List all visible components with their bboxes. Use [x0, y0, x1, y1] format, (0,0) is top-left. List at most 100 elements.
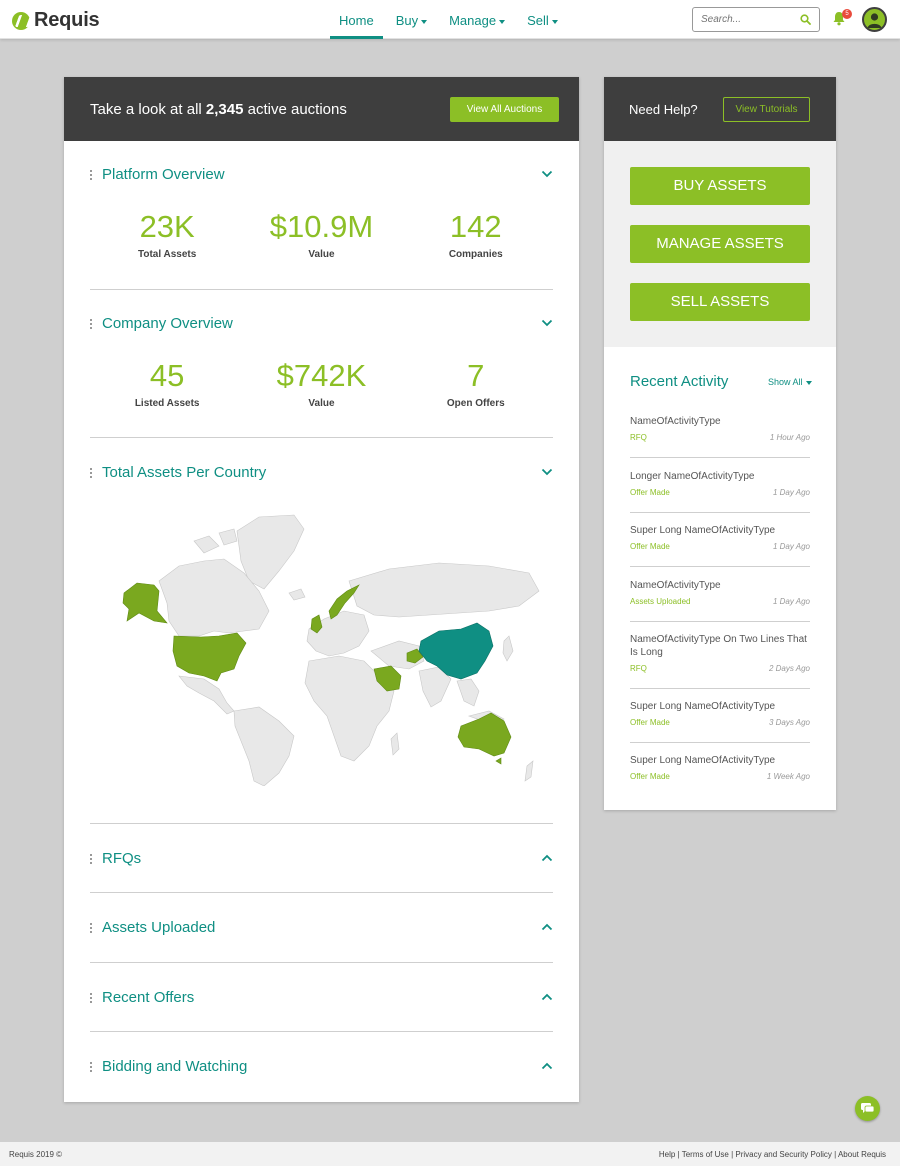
brand-name: Requis [34, 9, 100, 31]
drag-handle-icon[interactable] [90, 1062, 93, 1074]
logo[interactable]: Requis [12, 9, 100, 32]
chat-icon [861, 1103, 875, 1113]
search-input[interactable] [693, 8, 793, 30]
nav-label: Buy [395, 13, 419, 28]
recent-offers-header[interactable]: Recent Offers [90, 989, 553, 1009]
activity-item[interactable]: NameOfActivityType Assets Uploaded 1 Day … [630, 579, 810, 622]
activity-time: 1 Day Ago [772, 488, 810, 497]
stat-label: Open Offers [446, 398, 505, 409]
activity-name: NameOfActivityType On Two Lines That Is … [630, 634, 807, 658]
caret-down-icon [805, 380, 812, 385]
rfqs-header[interactable]: RFQs [90, 850, 553, 870]
drag-handle-icon[interactable] [90, 319, 93, 331]
chevron-down-icon[interactable] [541, 170, 553, 178]
footer-link-about[interactable]: About Requis [838, 1150, 886, 1159]
caret-down-icon [421, 19, 428, 24]
activity-type: Offer Made [630, 772, 670, 781]
asset-actions: BUY ASSETS MANAGE ASSETS SELL ASSETS [604, 141, 836, 347]
activity-time: 3 Days Ago [768, 718, 810, 727]
search-icon[interactable] [800, 14, 811, 25]
chevron-up-icon[interactable] [541, 923, 553, 931]
stat-value: 23K [139, 209, 195, 244]
activity-name: NameOfActivityType [630, 580, 721, 591]
top-navigation-bar: Requis Home Buy Manage Sell 5 [0, 0, 900, 39]
company-overview-title: Company Overview [102, 315, 233, 332]
chevron-up-icon[interactable] [541, 1062, 553, 1070]
chevron-down-icon[interactable] [541, 468, 553, 476]
show-all-button[interactable]: Show All [768, 377, 812, 387]
drag-handle-icon[interactable] [90, 468, 93, 480]
buy-assets-button[interactable]: BUY ASSETS [630, 167, 810, 205]
nav-label: Sell [527, 13, 549, 28]
footer-link-terms[interactable]: Terms of Use [682, 1150, 729, 1159]
activity-name: NameOfActivityType [630, 416, 721, 427]
view-all-auctions-button[interactable]: View All Auctions [450, 97, 559, 122]
activity-item[interactable]: NameOfActivityType On Two Lines That Is … [630, 633, 810, 689]
avatar[interactable] [862, 7, 887, 32]
view-tutorials-button[interactable]: View Tutorials [723, 97, 810, 122]
activity-time: 1 Day Ago [772, 597, 810, 606]
assets-per-country-header[interactable]: Total Assets Per Country [90, 464, 553, 484]
activity-item[interactable]: NameOfActivityType RFQ 1 Hour Ago [630, 415, 810, 458]
divider [90, 289, 553, 290]
stat-listed-assets: 45 Listed Assets [90, 359, 244, 410]
activity-item[interactable]: Longer NameOfActivityType Offer Made 1 Da… [630, 470, 810, 513]
bidding-watching-title: Bidding and Watching [102, 1058, 248, 1075]
stat-open-offers: 7 Open Offers [399, 358, 553, 410]
activity-type: Offer Made [630, 488, 670, 497]
activity-type: Assets Uploaded [630, 597, 691, 606]
caret-down-icon [551, 19, 558, 24]
footer-link-privacy[interactable]: Privacy and Security Policy [735, 1150, 831, 1159]
nav-item-home[interactable]: Home [330, 0, 383, 39]
stat-label: Value [308, 249, 335, 260]
sell-assets-button[interactable]: SELL ASSETS [630, 283, 810, 321]
nav-item-manage[interactable]: Manage [440, 0, 514, 39]
company-overview-header[interactable]: Company Overview [90, 315, 553, 335]
stat-value: $742K [276, 358, 367, 393]
chevron-up-icon[interactable] [541, 993, 553, 1001]
assets-uploaded-header[interactable]: Assets Uploaded [90, 919, 553, 939]
chevron-down-icon[interactable] [541, 319, 553, 327]
platform-stats: 23K Total Assets $10.9M Value 142 Companies [90, 209, 553, 261]
assets-uploaded-title: Assets Uploaded [102, 919, 216, 936]
activity-item[interactable]: Super Long NameOfActivityType Offer Made… [630, 524, 810, 567]
activity-time: 1 Hour Ago [769, 433, 810, 442]
chat-button[interactable] [855, 1096, 880, 1121]
recent-activity-title: Recent Activity [630, 373, 729, 390]
stat-companies: 142 Companies [399, 209, 553, 261]
activity-item[interactable]: Super Long NameOfActivityType Offer Made… [630, 700, 810, 743]
footer-link-help[interactable]: Help [659, 1150, 675, 1159]
search-box [692, 7, 820, 32]
footer-links: Help | Terms of Use | Privacy and Securi… [658, 1150, 886, 1159]
stat-value: 7 [467, 358, 485, 393]
nav-item-buy[interactable]: Buy [387, 0, 436, 39]
divider [90, 437, 553, 438]
drag-handle-icon[interactable] [90, 854, 93, 866]
bidding-watching-header[interactable]: Bidding and Watching [90, 1058, 553, 1078]
drag-handle-icon[interactable] [90, 170, 93, 182]
drag-handle-icon[interactable] [90, 923, 93, 935]
stat-label: Companies [448, 249, 503, 260]
world-map[interactable] [109, 511, 543, 786]
user-icon [867, 13, 882, 28]
divider [90, 962, 553, 963]
rfqs-section: RFQs [90, 850, 553, 870]
recent-offers-title: Recent Offers [102, 989, 195, 1006]
manage-assets-button[interactable]: MANAGE ASSETS [630, 225, 810, 263]
stat-label: Total Assets [137, 249, 197, 260]
nav-item-sell[interactable]: Sell [518, 0, 567, 39]
nav-label: Manage [449, 13, 497, 28]
activity-time: 2 Days Ago [768, 664, 810, 673]
stat-value: 142 [449, 209, 502, 244]
platform-overview-header[interactable]: Platform Overview [90, 166, 553, 186]
divider [90, 1031, 553, 1032]
drag-handle-icon[interactable] [90, 993, 93, 1005]
activity-name: Longer NameOfActivityType [630, 471, 755, 482]
active-auction-count: 2,345 [205, 101, 244, 118]
recent-offers-section: Recent Offers [90, 989, 553, 1009]
activity-item[interactable]: Super Long NameOfActivityType Offer Made… [630, 754, 810, 797]
assets-uploaded-section: Assets Uploaded [90, 919, 553, 939]
footer: Requis 2019 © Help | Terms of Use | Priv… [0, 1142, 900, 1166]
chevron-up-icon[interactable] [541, 854, 553, 862]
platform-overview-section: Platform Overview [90, 166, 553, 186]
